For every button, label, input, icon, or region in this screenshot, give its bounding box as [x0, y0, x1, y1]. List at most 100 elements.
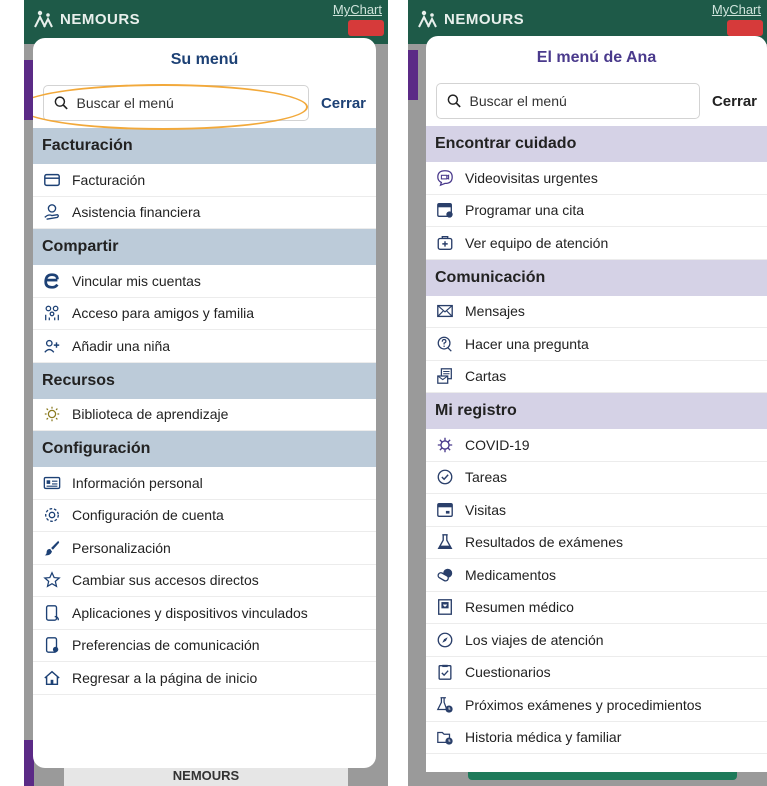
question-bubble-icon [435, 334, 455, 354]
menu-item-resumen-medico[interactable]: Resumen médico [426, 592, 767, 624]
menu-item-acceso-amigos-familia[interactable]: Acceso para amigos y familia [33, 298, 376, 330]
menu-item-asistencia-financiera[interactable]: Asistencia financiera [33, 197, 376, 229]
nemours-figures-icon [418, 10, 437, 28]
menu-item-cuestionarios[interactable]: Cuestionarios [426, 657, 767, 689]
menu-item-label: COVID-19 [465, 436, 530, 453]
search-icon [447, 94, 461, 108]
close-button[interactable]: Cerrar [712, 93, 757, 110]
menu-item-label: Facturación [72, 171, 146, 188]
menu-item-label: Preferencias de comunicación [72, 637, 260, 654]
menu-item-label: Mensajes [465, 303, 525, 320]
menu-item-label: Vincular mis cuentas [72, 272, 201, 289]
right-screen: NEMOURS MyChart El menú de Ana Cerrar En… [408, 0, 767, 786]
close-button[interactable]: Cerrar [321, 95, 366, 112]
section-header: Recursos [33, 362, 376, 399]
folder-clock-icon [435, 727, 455, 747]
menu-item-resultados-examenes[interactable]: Resultados de exámenes [426, 527, 767, 559]
side-accent [408, 50, 418, 100]
menu-item-historia-medica[interactable]: Historia médica y familiar [426, 722, 767, 754]
epic-badge [348, 20, 384, 36]
menu-item-medicamentos[interactable]: Medicamentos [426, 559, 767, 592]
menu-item-label: Próximos exámenes y procedimientos [465, 696, 702, 713]
menu-item-label: Aplicaciones y dispositivos vinculados [72, 604, 308, 621]
pill-icon [435, 565, 455, 585]
mychart-logo: MyChart [332, 2, 382, 17]
menu-item-label: Biblioteca de aprendizaje [72, 406, 229, 423]
phone-link-icon [42, 603, 62, 623]
search-box[interactable] [43, 85, 309, 121]
left-screen: NEMOURS MyChart NEMOURS Su menú Cerrar F… [24, 0, 388, 786]
e-link-icon [42, 271, 62, 291]
menu-sheet: El menú de Ana Cerrar Encontrar cuidado … [426, 36, 767, 772]
menu-item-preferencias-comunicacion[interactable]: Preferencias de comunicación [33, 630, 376, 662]
gear-icon [42, 505, 62, 525]
credit-card-icon [42, 170, 62, 190]
menu-item-label: Hacer una pregunta [465, 335, 589, 352]
menu-item-equipo-atencion[interactable]: Ver equipo de atención [426, 227, 767, 260]
menu-item-cartas[interactable]: Cartas [426, 361, 767, 393]
brand-name: NEMOURS [60, 10, 141, 28]
menu-item-accesos-directos[interactable]: Cambiar sus accesos directos [33, 565, 376, 597]
menu-item-label: Cambiar sus accesos directos [72, 572, 259, 589]
phone-gear-icon [42, 635, 62, 655]
menu-item-label: Videovisitas urgentes [465, 169, 598, 186]
calendar-icon [435, 500, 455, 520]
menu-item-label: Programar una cita [465, 202, 585, 219]
menu-item-label: Información personal [72, 474, 203, 491]
video-chat-icon [435, 168, 455, 188]
section-header: Configuración [33, 431, 376, 467]
menu-item-personalizacion[interactable]: Personalización [33, 532, 376, 565]
search-input[interactable] [76, 95, 298, 111]
menu-item-anadir-nina[interactable]: Añadir una niña [33, 330, 376, 363]
heart-document-icon [435, 597, 455, 617]
menu-item-configuracion-cuenta[interactable]: Configuración de cuenta [33, 500, 376, 532]
section-header: Comunicación [426, 259, 767, 296]
search-row: Cerrar [426, 80, 767, 122]
menu-item-mensajes[interactable]: Mensajes [426, 296, 767, 328]
menu-item-label: Añadir una niña [72, 337, 171, 354]
add-person-icon [42, 336, 62, 356]
nemours-logo: NEMOURS [418, 10, 524, 28]
flask-icon [435, 532, 455, 552]
menu-item-informacion-personal[interactable]: Información personal [33, 467, 376, 500]
menu-item-biblioteca[interactable]: Biblioteca de aprendizaje [33, 399, 376, 431]
menu-item-regresar-inicio[interactable]: Regresar a la página de inicio [33, 662, 376, 695]
search-input[interactable] [469, 93, 689, 109]
menu-item-label: Ver equipo de atención [465, 234, 609, 251]
epic-badge [727, 20, 763, 36]
menu-item-tareas[interactable]: Tareas [426, 462, 767, 494]
search-box[interactable] [436, 83, 700, 119]
menu-item-covid[interactable]: COVID-19 [426, 429, 767, 462]
menu-item-proximos-examenes[interactable]: Próximos exámenes y procedimientos [426, 689, 767, 722]
menu-item-viajes-atencion[interactable]: Los viajes de atención [426, 624, 767, 657]
hand-coin-icon [42, 202, 62, 222]
menu-item-label: Asistencia financiera [72, 204, 201, 221]
medical-bag-icon [435, 233, 455, 253]
menu-item-label: Tareas [465, 469, 508, 486]
menu-item-label: Cuestionarios [465, 664, 551, 681]
menu-item-label: Configuración de cuenta [72, 507, 224, 524]
flask-clock-icon [435, 695, 455, 715]
brand-name: NEMOURS [444, 10, 525, 28]
section-header: Encontrar cuidado [426, 126, 767, 162]
search-icon [54, 96, 68, 110]
compass-icon [435, 630, 455, 650]
lightbulb-icon [42, 404, 62, 424]
menu-item-label: Visitas [465, 501, 506, 518]
menu-item-hacer-pregunta[interactable]: Hacer una pregunta [426, 328, 767, 361]
virus-icon [435, 435, 455, 455]
menu-title: Su menú [170, 51, 239, 68]
menu-item-programar-cita[interactable]: Programar una cita [426, 195, 767, 227]
menu-item-facturacion[interactable]: Facturación [33, 164, 376, 197]
menu-item-label: Resumen médico [465, 599, 574, 616]
menu-item-vincular-cuentas[interactable]: Vincular mis cuentas [33, 265, 376, 298]
family-icon [42, 303, 62, 323]
nemours-figures-icon [34, 10, 53, 28]
menu-sheet: Su menú Cerrar Facturación Facturación A… [33, 38, 376, 768]
menu-item-visitas[interactable]: Visitas [426, 494, 767, 527]
calendar-add-icon [435, 200, 455, 220]
envelope-icon [435, 301, 455, 321]
menu-item-aplicaciones-dispositivos[interactable]: Aplicaciones y dispositivos vinculados [33, 597, 376, 630]
menu-item-videovisitas[interactable]: Videovisitas urgentes [426, 162, 767, 195]
menu-item-label: Resultados de exámenes [465, 534, 623, 551]
